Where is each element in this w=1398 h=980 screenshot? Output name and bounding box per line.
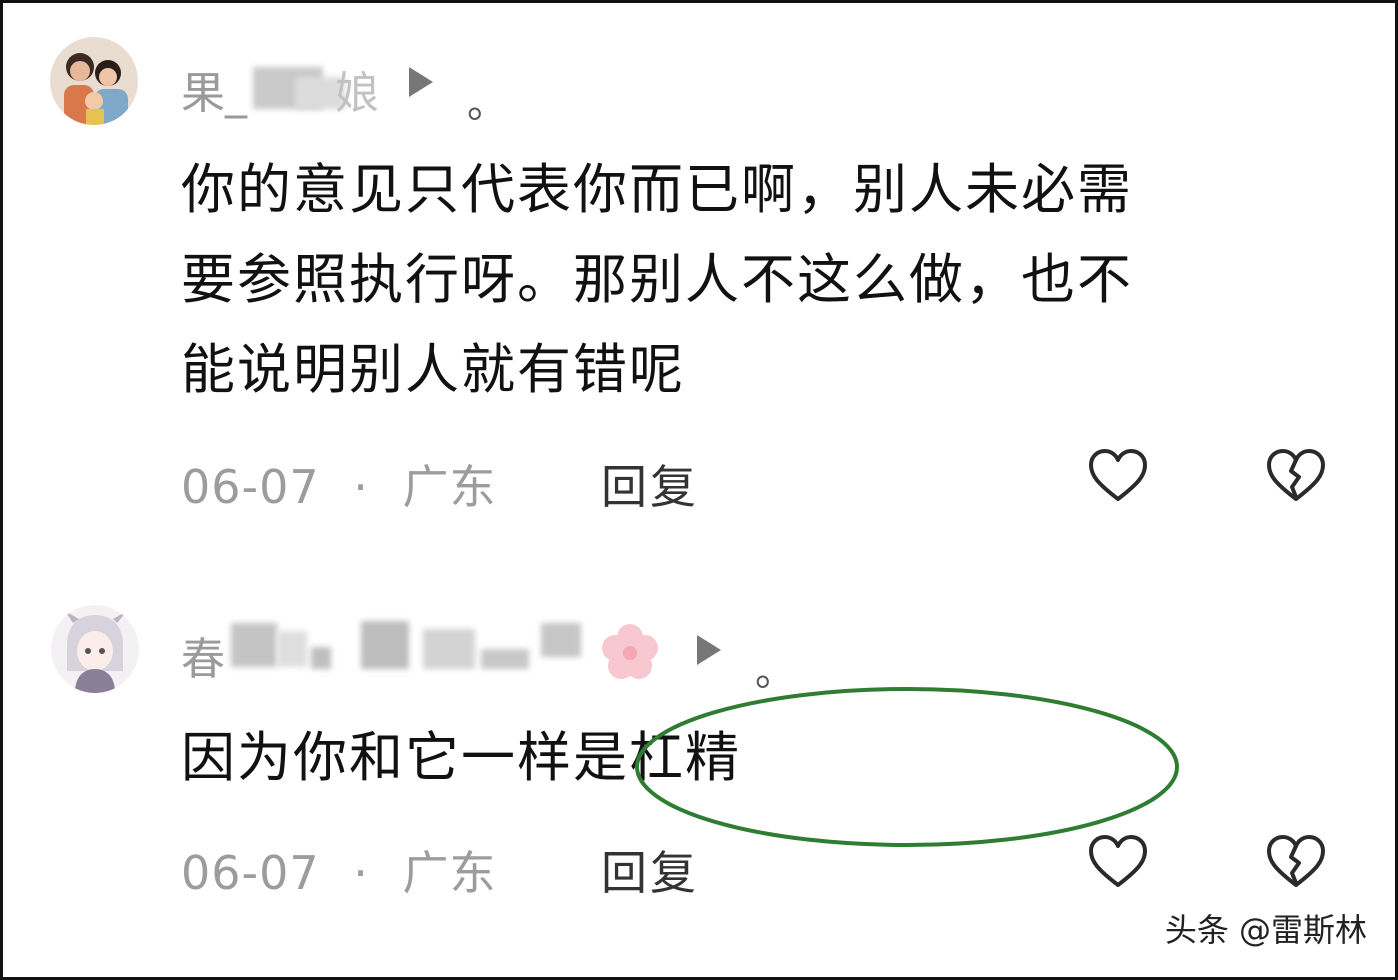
avatar[interactable] [51,605,139,693]
username[interactable]: 春 [181,623,225,687]
highlight-ellipse-annotation [633,685,1181,849]
redacted-username-block [423,629,475,669]
broken-heart-icon[interactable] [1265,833,1327,891]
username-tail: 娘 [335,68,379,119]
username[interactable]: 果_ [181,57,247,121]
comment-date: 06-07 [181,460,320,514]
play-arrow-icon[interactable] [409,67,433,97]
comment-location: 广东 [402,460,497,514]
redacted-username-block [541,623,581,657]
avatar[interactable] [50,37,138,125]
broken-heart-icon[interactable] [1265,447,1327,505]
reply-button[interactable]: 回复 [601,451,699,517]
comment-text: 你的意见只代表你而已啊，别人未必需 要参照执行呀。那别人不这么做，也不 能说明别… [181,145,1133,415]
heart-outline-icon[interactable] [1087,447,1149,505]
redacted-username-block [481,649,529,669]
watermark: 头条 @雷斯林 [1164,911,1367,949]
play-arrow-icon[interactable] [697,635,721,665]
comment-location: 广东 [402,846,497,900]
comment-meta: 06-07 · 广东 [181,451,497,517]
flower-badge-icon [601,623,659,681]
meta-separator: · [353,846,369,900]
comment-meta: 06-07 · 广东 [181,837,497,903]
comment-date: 06-07 [181,846,320,900]
redacted-username-block [311,647,331,669]
comment-line: 能说明别人就有错呢 [181,338,685,401]
comment-line: 要参照执行呀。那别人不这么做，也不 [181,248,1133,311]
comment-line: 你的意见只代表你而已啊，别人未必需 [181,158,1133,221]
redacted-username-block [231,623,277,667]
redacted-username-block [277,631,307,667]
username-suffix: 。 [467,81,507,127]
redacted-username-block [361,621,409,669]
meta-separator: · [353,460,369,514]
screenshot-frame: 果_ 娘 。 你的意见只代表你而已啊，别人未必需 要参照执行呀。那别人不这么做，… [0,0,1398,980]
